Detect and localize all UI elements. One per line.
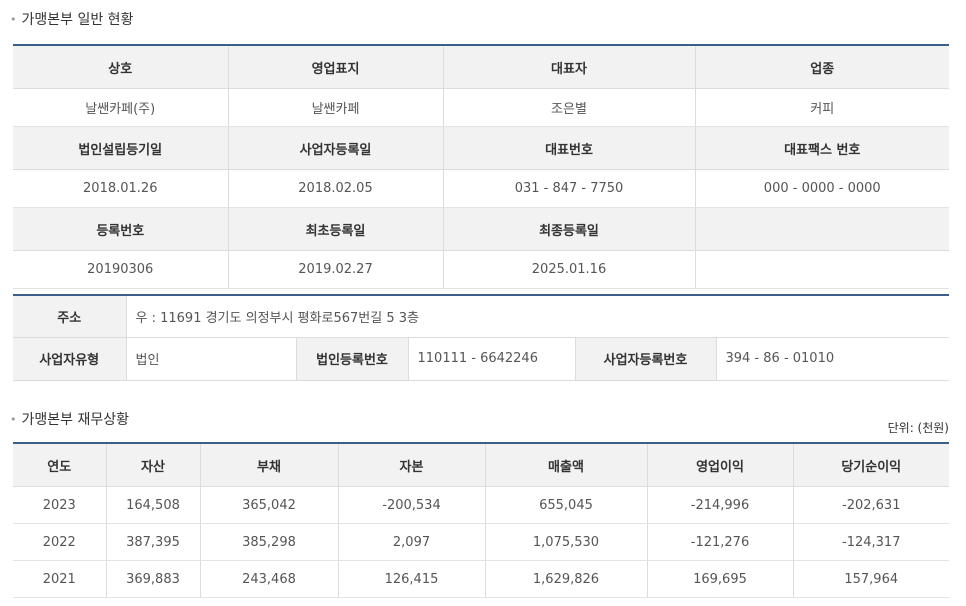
cell-liabilities: 365,042 [200,486,339,524]
section-title-general-text: 가맹본부 일반 현황 [21,12,134,28]
header-ceo: 대표자 [443,45,696,89]
cell-assets: 164,508 [106,486,201,524]
header-last-registration: 최종등록일 [443,207,696,251]
corp-no-label: 법인등록번호 [296,337,409,381]
cell-revenue: 655,045 [485,486,648,524]
header-liabilities: 부채 [200,443,339,487]
value-brand: 날쌘카페 [228,88,444,127]
value-industry: 커피 [695,88,949,127]
header-phone: 대표번호 [443,126,696,170]
value-first-registration: 2019.02.27 [228,250,444,289]
cell-liabilities: 385,298 [200,523,339,561]
address-row: 주소 우 : 11691 경기도 의정부시 평화로567번길 5 3층 [13,295,949,338]
table-row: 2023 164,508 365,042 -200,534 655,045 -214,99… [13,486,949,524]
finance-table: 연도 자산 부채 자본 매출액 영업이익 당기순이익 2023 164,508 365,042-… [13,442,949,598]
biz-type-label: 사업자유형 [13,337,127,381]
header-empty [695,207,949,251]
cell-liabilities: 243,468 [200,560,339,598]
cell-net-income: -202,631 [793,486,949,524]
cell-year: 2023 [13,486,107,524]
value-incorporation-date: 2018.01.26 [13,169,229,208]
cell-revenue: 1,075,530 [485,523,648,561]
general-info-table: 상호 영업표지 대표자 업종 날쌘카페(주) 날쌘카페 조은별 커피 법인설립등… [13,44,949,289]
general-header-row: 법인설립등기일 사업자등록일 대표번호 대표팩스 번호 [13,126,949,170]
value-ceo: 조은별 [443,88,696,127]
value-empty [695,250,949,289]
general-header-row: 등록번호 최초등록일 최종등록일 [13,207,949,251]
header-assets: 자산 [106,443,201,487]
bullet-icon: • [10,13,17,26]
header-industry: 업종 [695,45,949,89]
franchise-info-page: • 가맹본부 일반 현황 상호 영업표지 대표자 업종 날쌘카페(주) 날쌘카페 … [0,0,966,606]
general-header-row: 상호 영업표지 대표자 업종 [13,45,949,89]
header-equity: 자본 [338,443,486,487]
address-info-table: 주소 우 : 11691 경기도 의정부시 평화로567번길 5 3층 사업자유… [13,294,949,381]
general-value-row: 날쌘카페(주) 날쌘카페 조은별 커피 [13,88,949,127]
value-fax: 000 - 0000 - 0000 [695,169,949,208]
header-operating-income: 영업이익 [647,443,794,487]
header-fax: 대표팩스 번호 [695,126,949,170]
business-row: 사업자유형 법인 법인등록번호 110111 - 6642246 사업자등록번호… [13,337,949,381]
cell-assets: 387,395 [106,523,201,561]
section-title-finance: • 가맹본부 재무상황 [10,410,129,430]
cell-net-income: 157,964 [793,560,949,598]
address-value: 우 : 11691 경기도 의정부시 평화로567번길 5 3층 [126,295,949,338]
cell-operating-income: 169,695 [647,560,794,598]
header-company-name: 상호 [13,45,229,89]
biz-no-label: 사업자등록번호 [575,337,717,381]
value-company-name: 날쌘카페(주) [13,88,229,127]
table-row: 2021 369,883 243,468 126,415 1,629,826 169,69… [13,560,949,598]
finance-body: 2023 164,508 365,042 -200,534 655,045 -214,99… [13,486,949,598]
cell-equity: 126,415 [338,560,486,598]
biz-no-value: 394 - 86 - 01010 [716,337,949,381]
value-phone: 031 - 847 - 7750 [443,169,696,208]
cell-operating-income: -214,996 [647,486,794,524]
corp-no-value: 110111 - 6642246 [408,337,576,381]
bullet-icon: • [10,413,17,426]
cell-operating-income: -121,276 [647,523,794,561]
header-revenue: 매출액 [485,443,648,487]
cell-equity: 2,097 [338,523,486,561]
unit-label: 단위: (천원) [887,421,949,435]
general-value-row: 2018.01.26 2018.02.05 031 - 847 - 7750 0… [13,169,949,208]
address-label: 주소 [13,295,127,338]
value-biz-registration-date: 2018.02.05 [228,169,444,208]
cell-equity: -200,534 [338,486,486,524]
value-registration-no: 20190306 [13,250,229,289]
cell-year: 2022 [13,523,107,561]
header-biz-registration-date: 사업자등록일 [228,126,444,170]
cell-revenue: 1,629,826 [485,560,648,598]
header-registration-no: 등록번호 [13,207,229,251]
cell-assets: 369,883 [106,560,201,598]
cell-year: 2021 [13,560,107,598]
cell-net-income: -124,317 [793,523,949,561]
biz-type-value: 법인 [126,337,297,381]
header-first-registration: 최초등록일 [228,207,444,251]
general-value-row: 20190306 2019.02.27 2025.01.16 [13,250,949,289]
value-last-registration: 2025.01.16 [443,250,696,289]
header-year: 연도 [13,443,107,487]
table-row: 2022 387,395 385,298 2,097 1,075,530 -121,276… [13,523,949,561]
header-incorporation-date: 법인설립등기일 [13,126,229,170]
header-brand: 영업표지 [228,45,444,89]
section-title-general: • 가맹본부 일반 현황 [10,10,133,30]
section-title-finance-text: 가맹본부 재무상황 [21,412,130,428]
finance-header-row: 연도 자산 부채 자본 매출액 영업이익 당기순이익 [13,443,949,487]
header-net-income: 당기순이익 [793,443,949,487]
